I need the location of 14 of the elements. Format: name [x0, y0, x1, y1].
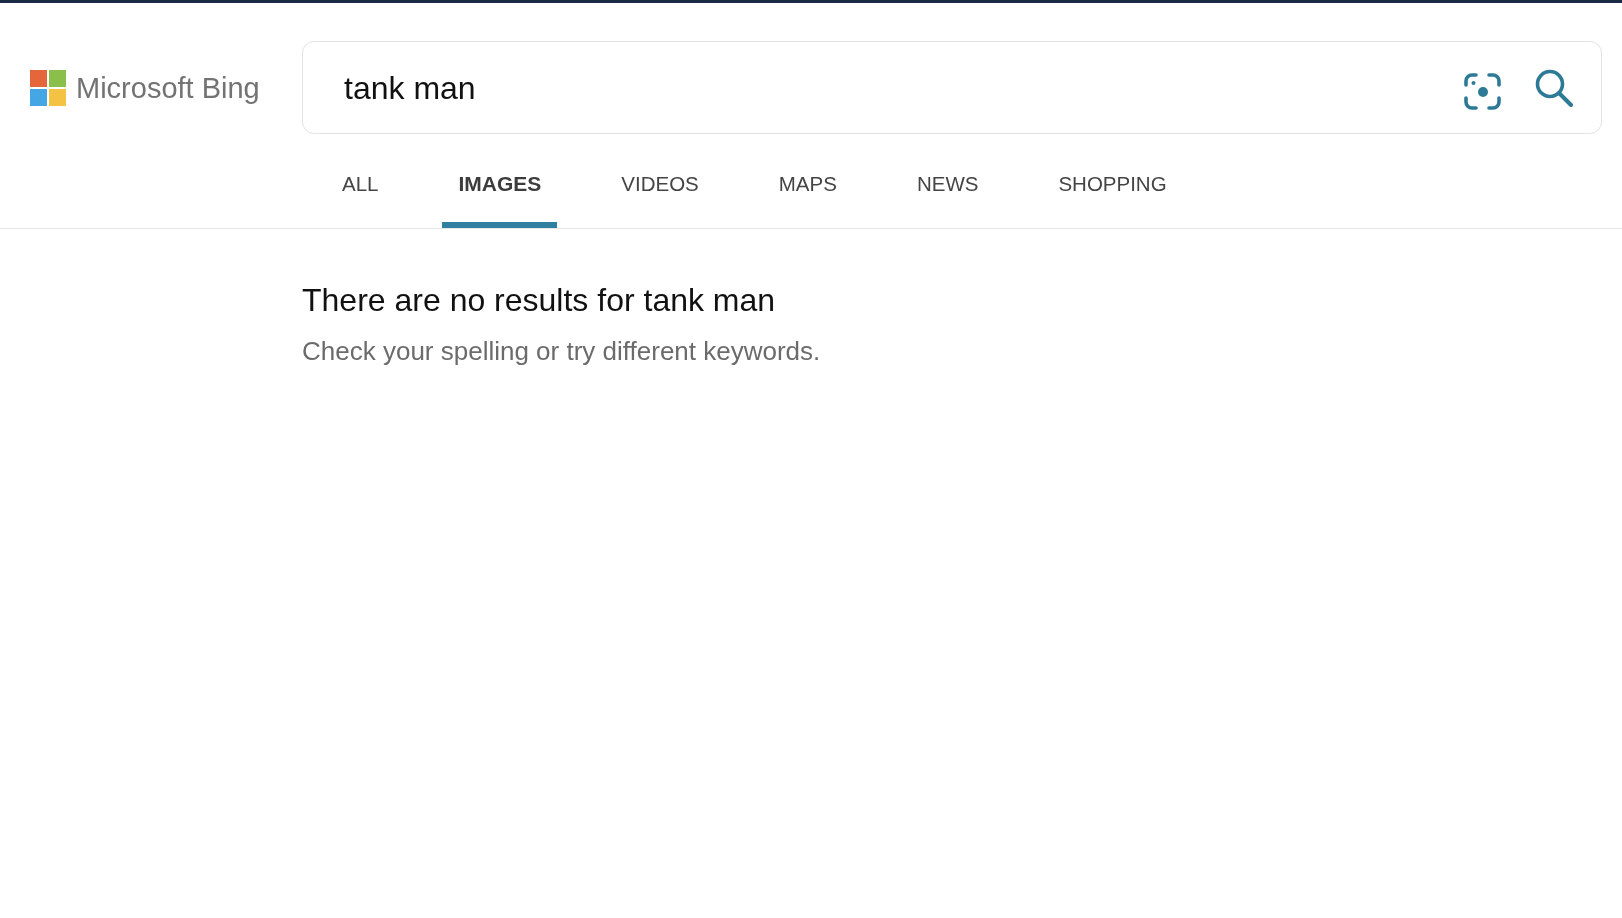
visual-search-icon[interactable]: [1464, 73, 1501, 110]
logo-text[interactable]: Microsoft Bing: [76, 70, 260, 105]
search-field[interactable]: tank man: [344, 67, 1464, 108]
search-bar[interactable]: tank man: [302, 41, 1602, 134]
search-icon[interactable]: [1535, 68, 1573, 107]
nav-tab[interactable]: IMAGES: [442, 150, 558, 228]
four-square-logo-icon: [30, 69, 66, 106]
nav-tab[interactable]: ALL: [326, 150, 395, 228]
nav-tab[interactable]: NEWS: [900, 150, 995, 228]
nav-tab[interactable]: SHOPPING: [1042, 150, 1183, 228]
nav-tab[interactable]: MAPS: [762, 150, 853, 228]
no-results-heading: There are no results for tank man: [302, 281, 776, 319]
spelling-hint-text: Check your spelling or try different keywords.: [302, 336, 821, 366]
nav-tab[interactable]: VIDEOS: [605, 150, 715, 228]
